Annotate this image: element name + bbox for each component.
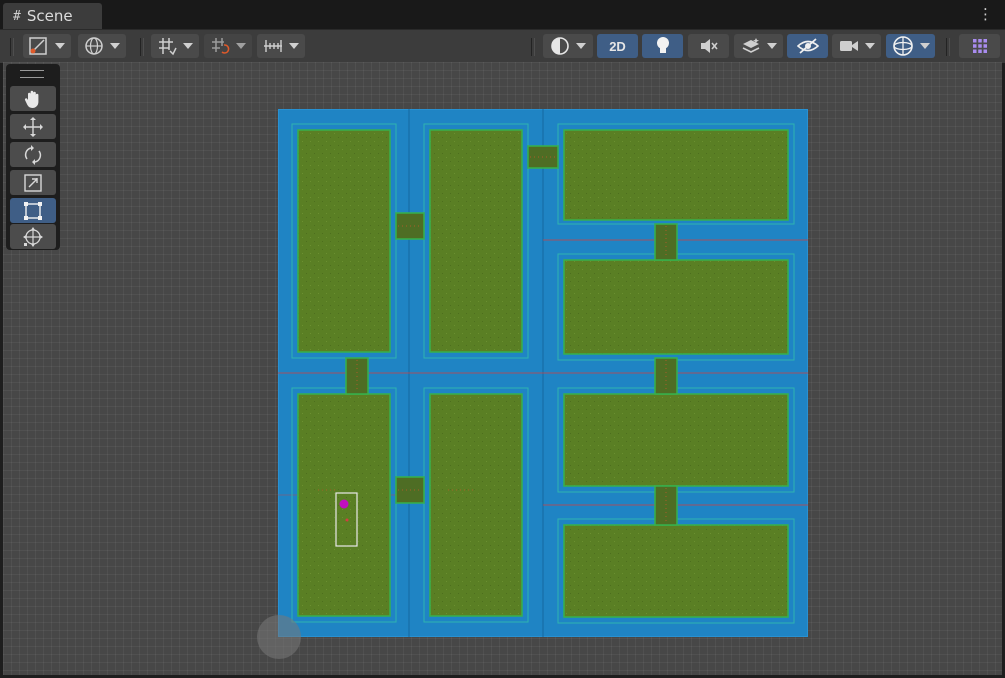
- audio-mute-icon: [700, 39, 718, 53]
- global-dropdown[interactable]: [78, 34, 126, 58]
- virtual-joystick[interactable]: [257, 615, 301, 659]
- island-upper-right: [563, 259, 789, 355]
- palette-drag-handle[interactable]: [20, 70, 44, 78]
- chevron-down-icon: [55, 43, 65, 49]
- camera-dropdown[interactable]: [832, 34, 881, 58]
- camera-icon: [839, 41, 858, 51]
- gizmos-dropdown[interactable]: [886, 34, 935, 58]
- globe-icon: [85, 37, 103, 55]
- grid-snapping-dropdown[interactable]: [151, 34, 199, 58]
- toolbar-separator: [946, 38, 950, 56]
- move-tool-button[interactable]: [10, 114, 56, 139]
- toolbar-separator: [140, 38, 144, 56]
- draw-mode-icon: [29, 37, 47, 55]
- scene-visibility-toggle[interactable]: [787, 34, 828, 58]
- shading-mode-icon: [551, 37, 569, 55]
- overlay-grid-icon: [972, 39, 987, 53]
- tool-palette: [6, 64, 60, 250]
- tilemap-level[interactable]: [278, 109, 808, 637]
- toolbar-separator: [10, 38, 14, 56]
- chevron-down-icon: [289, 43, 299, 49]
- toolbar-separator: [531, 38, 535, 56]
- rotate-tool-button[interactable]: [10, 142, 56, 167]
- rect-tool-button[interactable]: [10, 198, 56, 223]
- more-options-icon[interactable]: ⋮: [978, 5, 993, 23]
- gizmos-icon: [892, 36, 913, 56]
- tab-scene-label: Scene: [26, 7, 73, 25]
- 2d-label: 2D: [609, 38, 626, 54]
- hand-tool-button[interactable]: [10, 86, 56, 111]
- rotate-icon: [24, 144, 42, 165]
- rect-transform-icon: [24, 201, 42, 220]
- island-top-middle: [429, 129, 523, 353]
- move-arrows-icon: [23, 116, 43, 137]
- scene-tab-bar: # Scene ⋮: [0, 0, 1005, 29]
- shading-mode-dropdown[interactable]: [543, 34, 593, 58]
- ruler-icon: [264, 40, 282, 52]
- chevron-down-icon: [110, 43, 120, 49]
- transform-icon: [23, 226, 43, 247]
- overlays-grid-button[interactable]: [959, 34, 1000, 58]
- lightbulb-icon: [656, 37, 669, 53]
- effects-layers-icon: [742, 38, 759, 53]
- 2d-toggle-button[interactable]: 2D: [597, 34, 638, 58]
- chevron-down-icon: [236, 43, 246, 49]
- island-bottom-right: [563, 524, 789, 618]
- island-lower-right: [563, 393, 789, 487]
- player-sprite[interactable]: [339, 499, 349, 509]
- lighting-toggle-button[interactable]: [642, 34, 683, 58]
- chevron-down-icon: [576, 43, 586, 49]
- increment-snap-icon: [212, 38, 230, 54]
- island-top-right: [563, 129, 789, 221]
- audio-toggle-button[interactable]: [688, 34, 729, 58]
- hand-icon: [24, 90, 39, 108]
- grid-snap-icon: [159, 38, 177, 56]
- chevron-down-icon: [766, 43, 777, 49]
- island-top-left: [297, 129, 391, 353]
- transform-tool-button[interactable]: [10, 224, 56, 249]
- scene-viewport[interactable]: [3, 62, 1002, 675]
- draw-mode-dropdown[interactable]: [23, 34, 71, 58]
- increment-snapping-dropdown[interactable]: [204, 34, 252, 58]
- scene-toolbar: 2D: [0, 29, 1005, 63]
- chevron-down-icon: [919, 43, 930, 49]
- chevron-down-icon: [183, 43, 193, 49]
- bridge: [654, 485, 678, 526]
- scale-icon: [24, 173, 42, 192]
- hidden-eye-icon: [796, 38, 819, 54]
- chevron-down-icon: [864, 43, 875, 49]
- tab-scene[interactable]: # Scene: [3, 3, 102, 29]
- island-bottom-middle: [429, 393, 523, 617]
- player-pivot: [345, 518, 349, 522]
- scene-grid-icon: #: [13, 8, 21, 24]
- ruler-dropdown[interactable]: [257, 34, 305, 58]
- scale-tool-button[interactable]: [10, 170, 56, 195]
- effects-dropdown[interactable]: [734, 34, 783, 58]
